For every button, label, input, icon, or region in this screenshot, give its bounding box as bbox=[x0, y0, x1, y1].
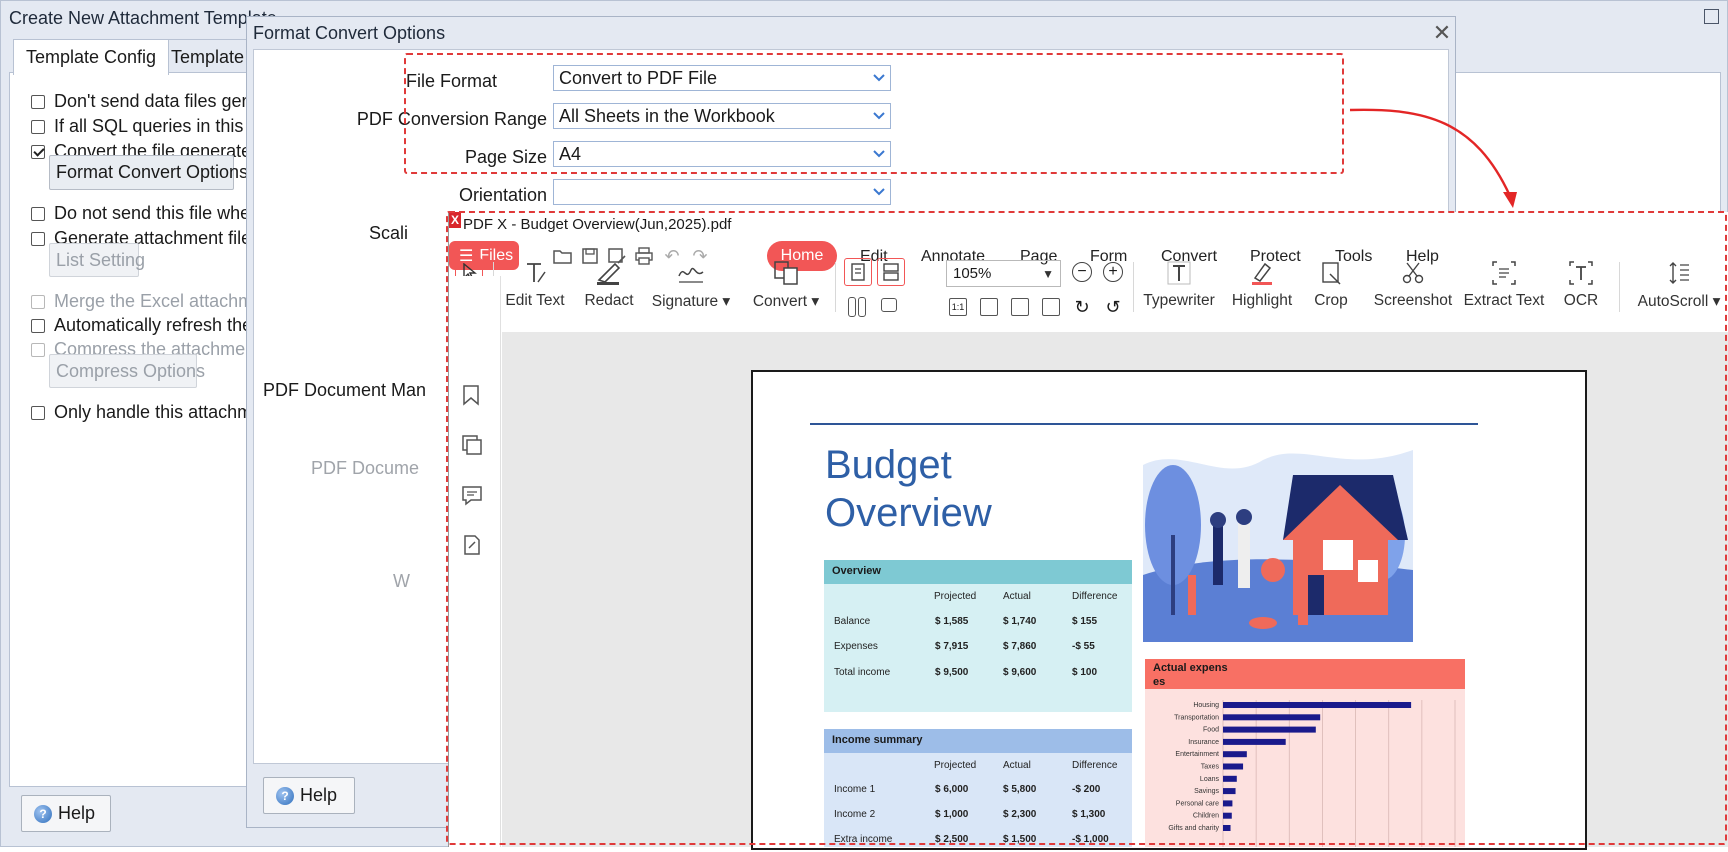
checkbox[interactable] bbox=[31, 94, 45, 109]
help-label: Help bbox=[58, 803, 96, 823]
w-label: W bbox=[393, 571, 410, 591]
checkbox[interactable] bbox=[31, 318, 45, 333]
pdf-document-management-label: PDF Document Man bbox=[263, 380, 427, 400]
list-setting-button[interactable]: List Setting bbox=[49, 243, 145, 277]
option-sql-queries[interactable]: If all SQL queries in this tem bbox=[31, 116, 278, 137]
checkbox[interactable] bbox=[31, 119, 45, 134]
compress-options-button[interactable]: Compress Options bbox=[49, 354, 205, 388]
option-label: Don't send data files genera bbox=[54, 91, 278, 111]
option-auto-refresh[interactable]: Automatically refresh the fo bbox=[31, 315, 272, 336]
checkbox[interactable] bbox=[31, 405, 45, 420]
option-dont-send-data[interactable]: Don't send data files genera bbox=[31, 91, 278, 112]
pdf-document-label: PDF Docume bbox=[311, 458, 420, 478]
checkbox[interactable] bbox=[31, 206, 45, 221]
help-icon: ? bbox=[276, 786, 294, 805]
option-label: Automatically refresh the fo bbox=[54, 315, 273, 335]
help-icon: ? bbox=[34, 804, 52, 823]
option-label: Do not send this file when s bbox=[54, 203, 275, 223]
help-label: Help bbox=[300, 785, 338, 805]
highlight-box bbox=[404, 53, 1344, 174]
orientation-select[interactable] bbox=[553, 179, 891, 205]
option-label: If all SQL queries in this tem bbox=[54, 116, 279, 136]
maximize-icon[interactable] bbox=[1704, 9, 1719, 24]
option-do-not-send[interactable]: Do not send this file when s bbox=[31, 203, 274, 224]
dialog-title: Format Convert Options bbox=[253, 23, 446, 43]
checkbox-checked[interactable] bbox=[31, 144, 45, 159]
tab-template-config[interactable]: Template Config bbox=[13, 39, 170, 75]
checkbox[interactable] bbox=[31, 342, 45, 357]
connector-arrow bbox=[1349, 108, 1517, 208]
chevron-down-icon bbox=[868, 180, 890, 204]
option-only-handle[interactable]: Only handle this attachmen bbox=[31, 402, 272, 423]
option-label: Only handle this attachmen bbox=[54, 402, 273, 422]
help-button[interactable]: ? Help bbox=[21, 795, 111, 832]
option-merge-excel[interactable]: Merge the Excel attachmen bbox=[31, 291, 273, 312]
orientation-label: Orientation bbox=[458, 185, 547, 205]
checkbox[interactable] bbox=[31, 294, 45, 309]
option-label: Merge the Excel attachmen bbox=[54, 291, 274, 311]
scaling-label: Scali bbox=[369, 223, 409, 243]
close-icon[interactable]: ✕ bbox=[1430, 21, 1454, 45]
window-title: Create New Attachment Template bbox=[9, 8, 277, 28]
pdf-highlight-box bbox=[446, 211, 1727, 845]
help-button[interactable]: ? Help bbox=[263, 777, 355, 814]
format-convert-options-button[interactable]: Format Convert Options bbox=[49, 155, 248, 190]
checkbox[interactable] bbox=[31, 231, 45, 246]
